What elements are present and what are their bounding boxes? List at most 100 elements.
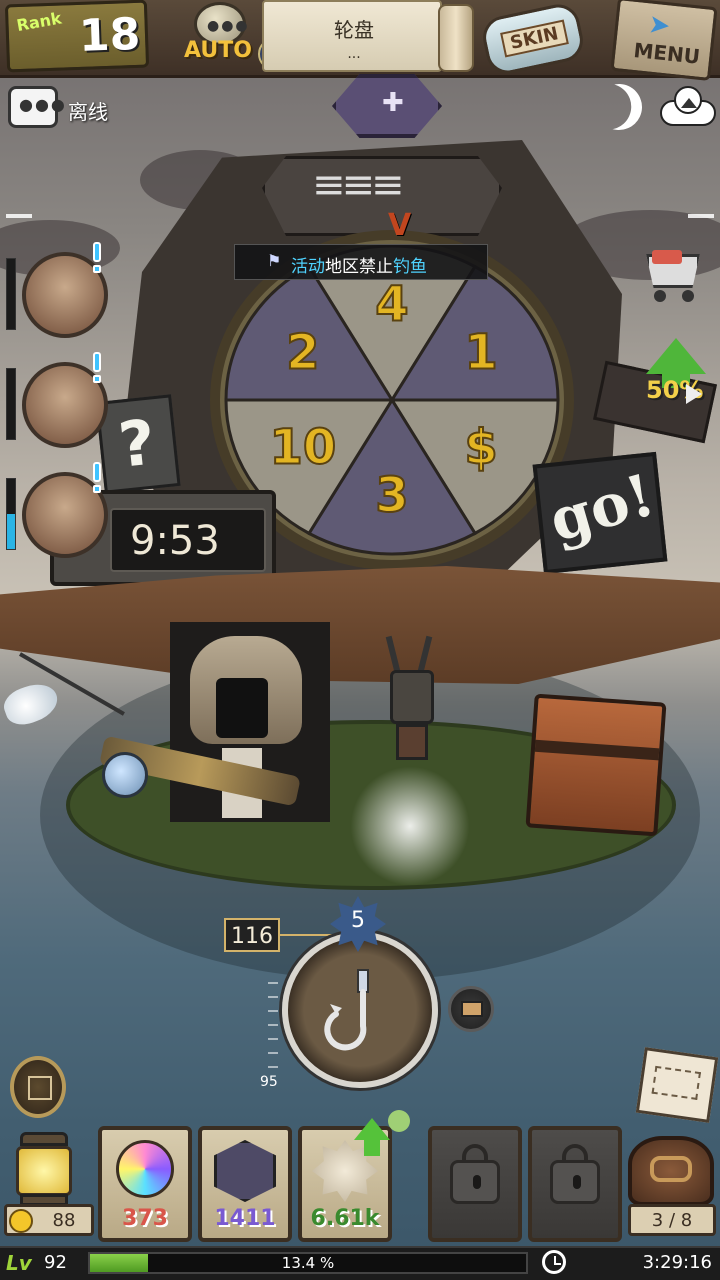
level-icon: Lv (6, 1251, 32, 1275)
help-button[interactable]: ? (95, 394, 181, 494)
go-button[interactable]: go! (532, 451, 668, 575)
clock-hand (554, 1263, 561, 1265)
rank-value: 18 (78, 8, 142, 62)
cast-hook-button[interactable] (282, 932, 438, 1088)
notice-part: 钓鱼 (393, 257, 427, 277)
robot-leg (396, 724, 428, 760)
cloud-upload-icon[interactable] (660, 86, 716, 128)
chest-band (534, 739, 660, 761)
chat-icon[interactable]: ●●● (8, 86, 65, 128)
item-count: 373 (122, 1206, 168, 1231)
cart-wheel (654, 290, 666, 302)
upgrade-arrow-shaft (364, 1138, 380, 1156)
portrait-energy-fill (7, 514, 15, 549)
coin-icon (9, 1209, 33, 1233)
gauge-tick (268, 1010, 278, 1012)
item-slot-orb[interactable]: 373 (98, 1126, 192, 1242)
rank-label: Rank (15, 8, 63, 36)
locked-slot[interactable] (428, 1126, 522, 1242)
gauge-tick (268, 1052, 278, 1054)
auto-button[interactable]: ●●● AUTO (180, 2, 290, 74)
bag-button[interactable] (628, 1136, 714, 1206)
wheel-pointer: V (388, 208, 412, 243)
divider (688, 214, 714, 218)
lantern-button[interactable] (6, 1132, 82, 1208)
divider (6, 214, 32, 218)
scroll-subtitle: ... (347, 46, 361, 62)
wheel-segment-label: 4 (375, 277, 408, 333)
upload-arrow-icon (681, 98, 697, 108)
hook-level: 5 (351, 908, 365, 933)
coin-value: 88 (52, 1210, 76, 1231)
timer-display: 9:53 (110, 508, 266, 572)
keyhole (573, 1175, 581, 1189)
fish-icon (0, 677, 63, 731)
chat-dots: ●●● (19, 95, 67, 114)
treasure-chest[interactable] (525, 693, 667, 837)
robot-antenna (417, 635, 433, 673)
wheel-segment-label: $ (464, 420, 497, 476)
locked-slot[interactable] (528, 1126, 622, 1242)
fishbone-icon: ≡≡≡ (312, 162, 405, 208)
gauge-tick (268, 996, 278, 998)
rank-badge[interactable]: Rank 18 (4, 0, 150, 73)
alert-stick (93, 462, 101, 482)
robot-antenna (385, 635, 401, 673)
alert-icon (90, 242, 104, 274)
compass-icon (28, 1076, 52, 1100)
map-button[interactable] (635, 1047, 719, 1123)
chat-status: 离线 (68, 100, 108, 124)
notice-part: 活动 (291, 257, 325, 277)
scroll-title: 轮盘 (334, 18, 374, 42)
item-count: 1411 (214, 1206, 276, 1231)
chest-icon (461, 1001, 483, 1017)
wheel-segment-label: 3 (375, 467, 408, 523)
fish-icon: ➤ (646, 9, 672, 42)
bag-count: 3 / 8 (651, 1210, 693, 1231)
depth-indicator-line (278, 934, 338, 936)
lock-icon (550, 1160, 600, 1204)
wheel-segment-label: 2 (286, 324, 319, 380)
question-mark-icon: ? (115, 405, 159, 482)
gauge-tick (268, 1038, 278, 1040)
portrait-energy-bar (6, 368, 16, 440)
menu-button[interactable]: ➤ MENU (610, 0, 718, 82)
rod-orb (102, 752, 148, 798)
wheel-title-scroll[interactable]: 轮盘 ... (262, 0, 442, 72)
robot-figure (382, 635, 442, 762)
clock-icon (542, 1250, 566, 1274)
item-count: 6.61k (310, 1206, 380, 1231)
shop-cart-icon[interactable] (640, 246, 710, 306)
notice-bar: ⚑ 活动地区禁止钓鱼 (234, 244, 488, 280)
gauge-min-value: 95 (260, 1074, 278, 1090)
coin-counter: 88 (4, 1204, 94, 1236)
robot-body (390, 670, 434, 724)
cart-wheel (682, 290, 694, 302)
notice-part: 地区 (325, 257, 359, 277)
alert-stick (93, 242, 101, 262)
character-face (216, 678, 268, 738)
item-slot-web[interactable]: 1411 (198, 1126, 292, 1242)
alert-dot (93, 265, 101, 273)
depth-box: 116 (224, 918, 280, 952)
lantern-cap (20, 1132, 68, 1146)
scroll-roll-icon (438, 4, 474, 72)
auto-label: AUTO (184, 38, 252, 63)
alert-icon (90, 352, 104, 384)
item-slot-shell[interactable]: 6.61k (298, 1118, 392, 1242)
plus-icon: ✚ (382, 88, 404, 118)
gauge-tick (268, 982, 278, 984)
notice-text: 活动地区禁止钓鱼 (291, 252, 427, 277)
upgrade-arrow-icon (354, 1118, 390, 1140)
flag-icon: ⚑ (267, 251, 282, 270)
gauge-tick (268, 1066, 278, 1068)
mini-chest-button[interactable] (448, 986, 494, 1032)
bag-icon (650, 1156, 692, 1182)
water-splash (350, 766, 470, 886)
skin-button[interactable]: SKIN (478, 0, 588, 78)
compass-button[interactable] (10, 1056, 66, 1118)
menu-label: MENU (632, 37, 702, 69)
lock-icon (450, 1160, 500, 1204)
up-arrow-icon (646, 338, 706, 374)
bag-capacity: 3 / 8 (628, 1204, 716, 1236)
